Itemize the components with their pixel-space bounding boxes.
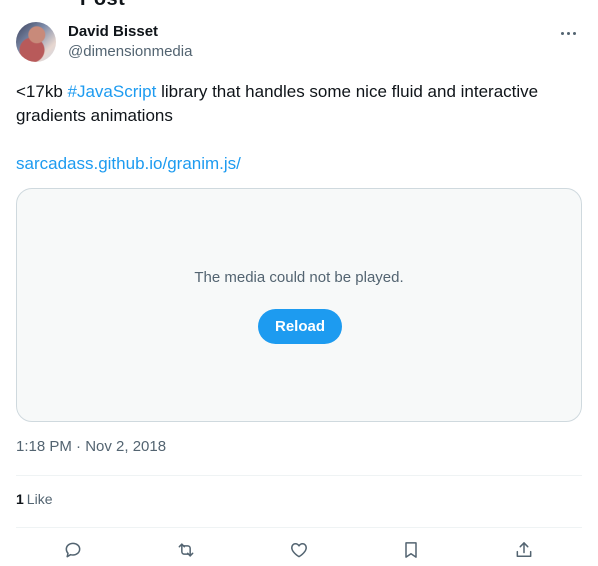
author-name[interactable]: David Bisset: [68, 23, 158, 40]
page-title-clipped: Post: [80, 0, 125, 11]
more-options-button[interactable]: [556, 24, 580, 42]
media-error-message: The media could not be played.: [194, 269, 404, 286]
like-button[interactable]: [287, 538, 311, 562]
reply-button[interactable]: [61, 538, 85, 562]
external-link[interactable]: sarcadass.github.io/granim.js/: [16, 152, 241, 176]
hashtag-link[interactable]: #JavaScript: [68, 82, 157, 101]
tweet-text-start: <17kb: [16, 82, 68, 101]
divider: [16, 475, 582, 476]
divider: [16, 527, 582, 528]
like-icon: [291, 543, 307, 558]
tweet-text: <17kb #JavaScript library that handles s…: [16, 80, 582, 128]
likes-stat[interactable]: 1 Like: [16, 491, 52, 507]
bookmark-icon: [405, 542, 417, 558]
tweet-header: David Bisset @dimensionmedia: [16, 22, 582, 66]
author-handle[interactable]: @dimensionmedia: [68, 43, 192, 60]
share-button[interactable]: [512, 538, 536, 562]
retweet-button[interactable]: [174, 538, 198, 562]
reload-button[interactable]: Reload: [258, 309, 342, 344]
like-label: Like: [26, 491, 53, 507]
retweet-icon: [178, 543, 194, 557]
action-bar: [0, 538, 598, 566]
bookmark-button[interactable]: [399, 538, 423, 562]
reply-icon: [65, 542, 81, 558]
media-container: The media could not be played. Reload: [16, 188, 582, 422]
timestamp[interactable]: 1:18 PM · Nov 2, 2018: [16, 438, 166, 455]
avatar[interactable]: [16, 22, 56, 62]
share-icon: [516, 542, 532, 557]
more-icon: [559, 31, 577, 35]
like-count: 1: [16, 491, 24, 507]
